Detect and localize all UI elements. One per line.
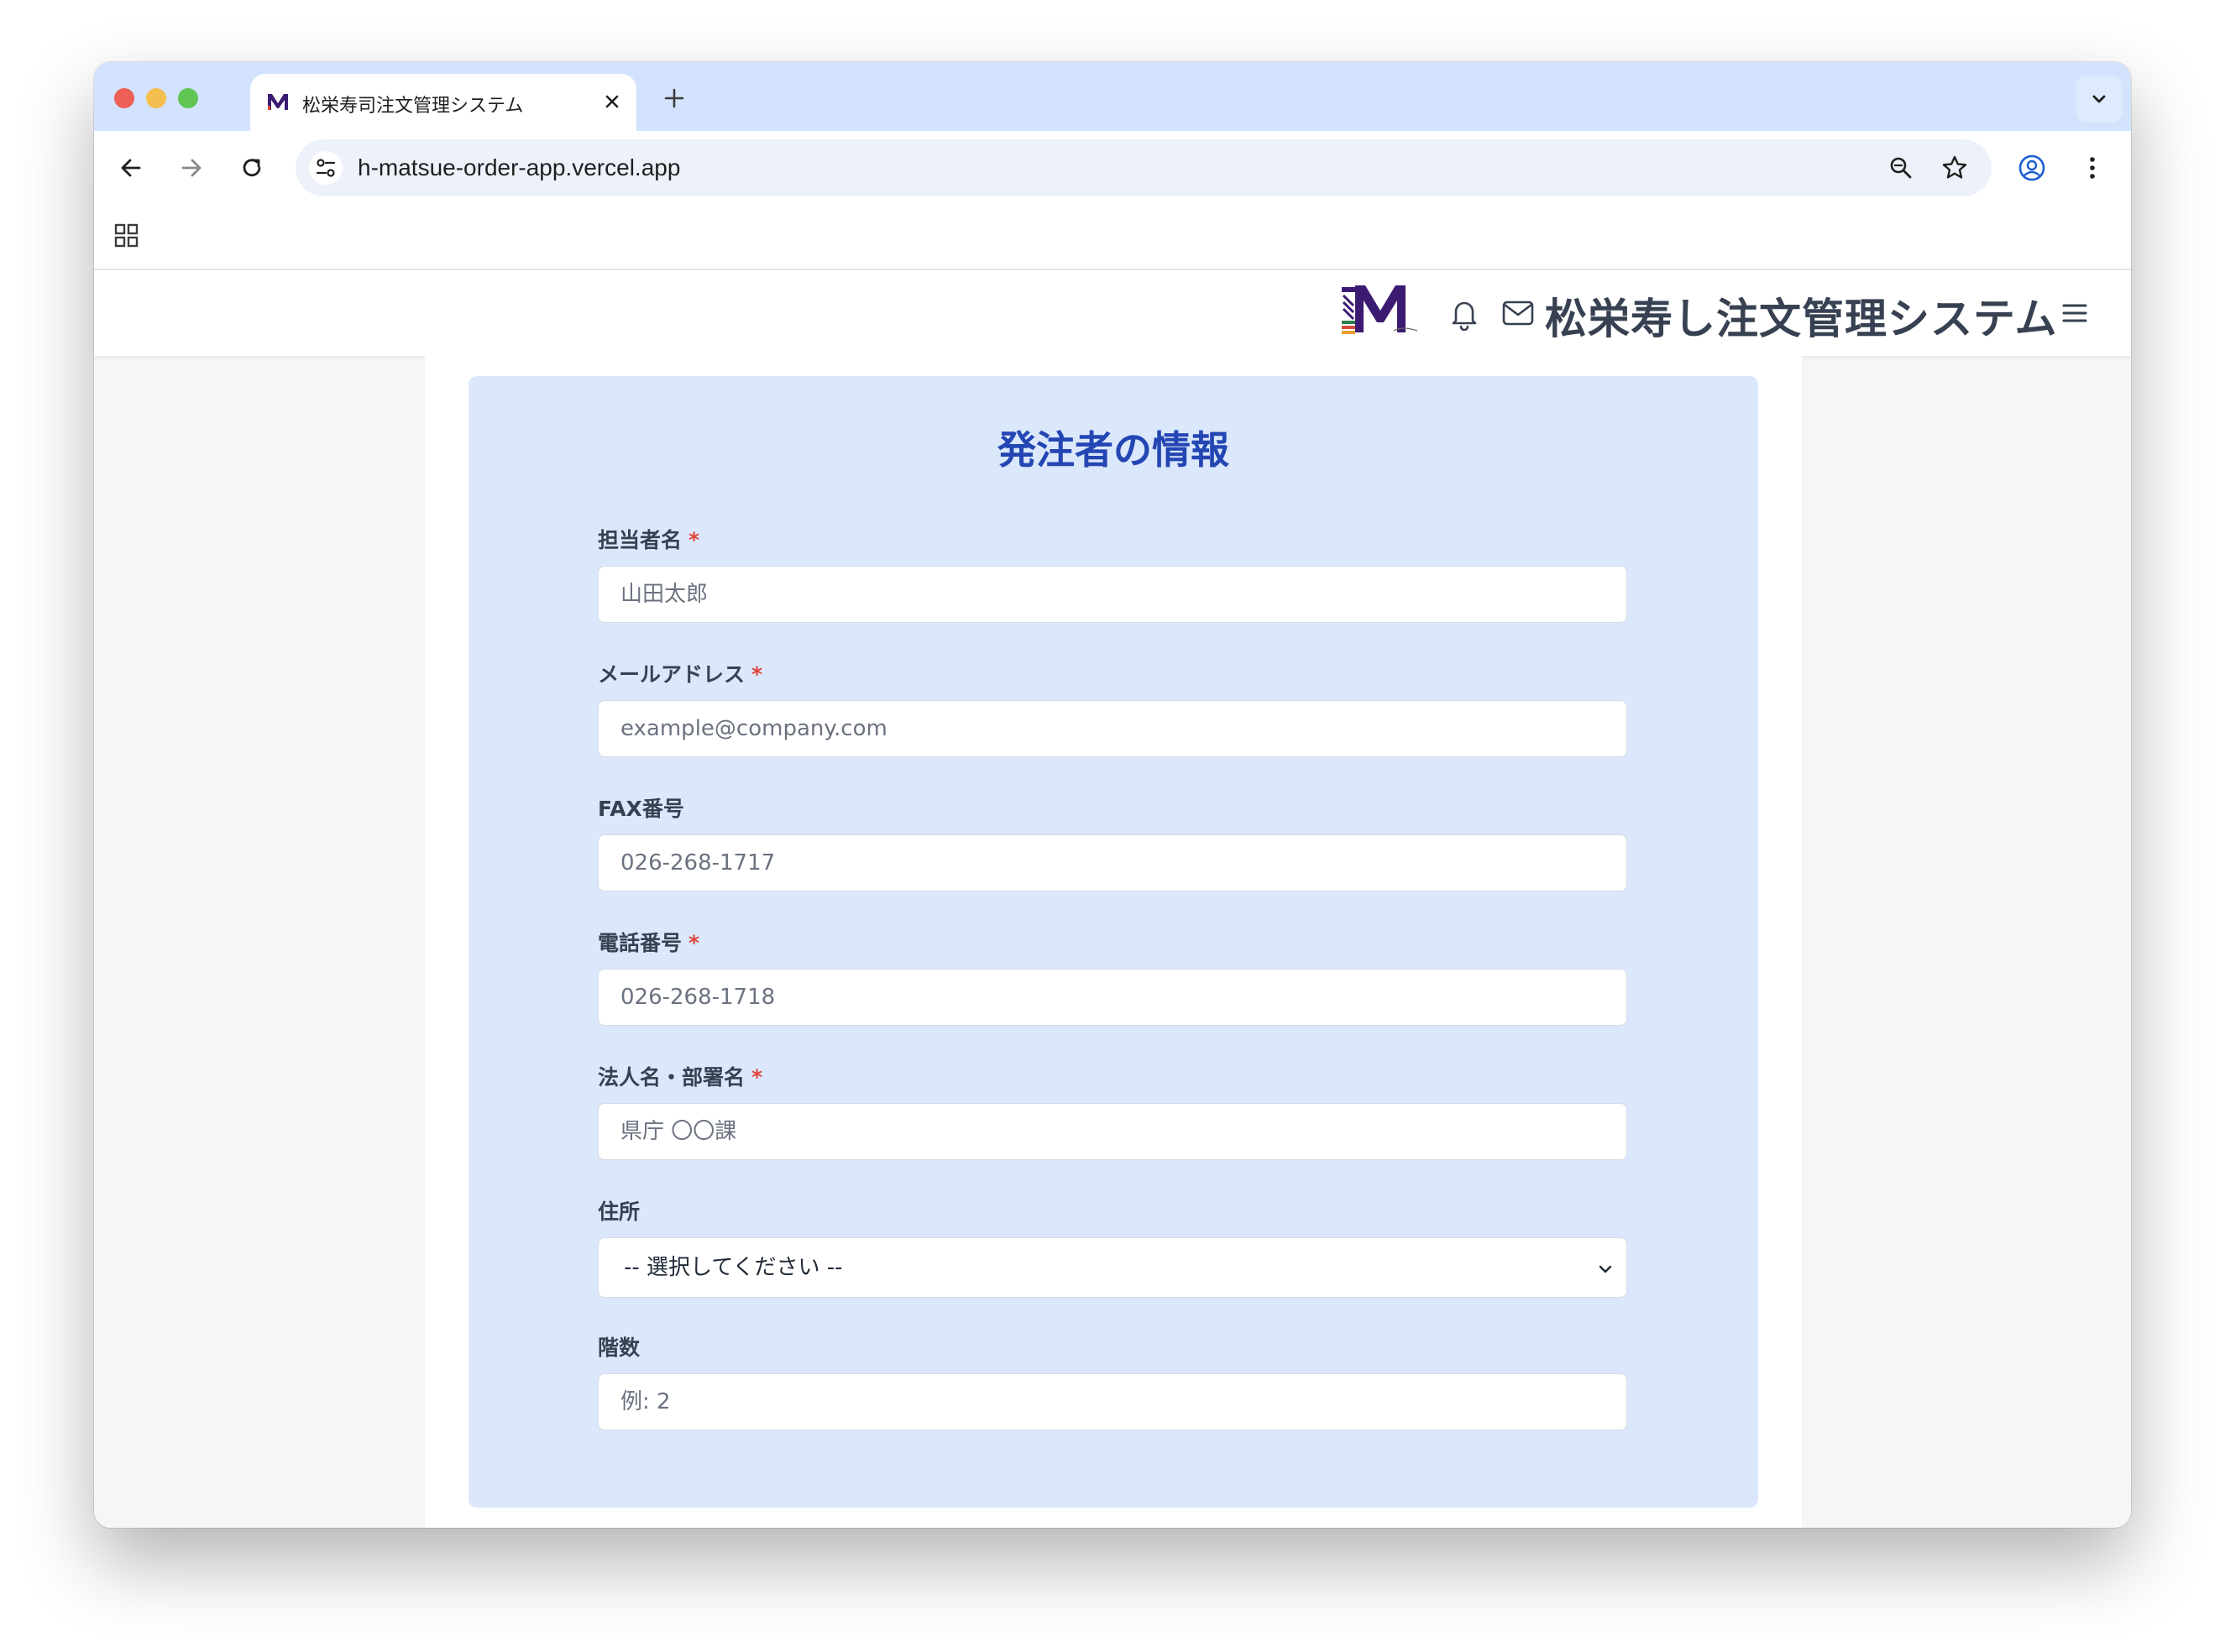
email-input[interactable]: example@company.com [598, 700, 1627, 757]
app-header: 松栄寿し注文管理システム [94, 270, 2131, 356]
orderer-info-card: 発注者の情報 担当者名 * 山田太郎 メールアドレス * example@compa… [469, 376, 1758, 1508]
required-mark: * [688, 528, 700, 552]
contact-name-label: 担当者名 * [598, 528, 700, 552]
new-tab-icon[interactable] [662, 86, 687, 111]
phone-input[interactable]: 026-268-1718 [598, 969, 1627, 1026]
contact-name-placeholder: 山田太郎 [620, 582, 709, 607]
zoom-icon[interactable] [1886, 153, 1916, 183]
url-text[interactable]: h-matsue-order-app.vercel.app [358, 154, 680, 181]
tab-search-button[interactable] [2076, 76, 2123, 123]
address-bar[interactable]: h-matsue-order-app.vercel.app [296, 139, 1992, 196]
web-page: 松栄寿し注文管理システム 発注者の情報 担当者名 * 山田太郎 メールアドレス * … [94, 270, 2131, 1528]
required-mark: * [751, 662, 763, 687]
fax-label: FAX番号 [598, 797, 684, 821]
site-info-button[interactable] [309, 151, 343, 185]
browser-tab-active[interactable]: 松栄寿司注文管理システム [250, 74, 636, 131]
close-tab-icon[interactable] [601, 91, 623, 112]
bookmarks-bar [94, 205, 2131, 270]
company-department-placeholder: 県庁 〇〇課 [620, 1119, 737, 1144]
tab-title: 松栄寿司注文管理システム [302, 96, 524, 117]
contact-name-input[interactable]: 山田太郎 [598, 566, 1627, 623]
bell-icon[interactable] [1448, 295, 1481, 331]
phone-label: 電話番号 * [598, 931, 700, 955]
content-column: 発注者の情報 担当者名 * 山田太郎 メールアドレス * example@compa… [425, 356, 1802, 1528]
company-department-label: 法人名・部署名 * [598, 1065, 763, 1090]
email-placeholder: example@company.com [620, 716, 887, 741]
required-mark: * [688, 931, 700, 955]
site-favicon-icon [268, 94, 288, 110]
more-options-icon[interactable] [2077, 153, 2107, 183]
app-logo[interactable] [1340, 280, 1421, 336]
company-department-input[interactable]: 県庁 〇〇課 [598, 1103, 1627, 1160]
fax-input[interactable]: 026-268-1717 [598, 834, 1627, 891]
forward-arrow-icon[interactable] [176, 153, 207, 183]
address-selected-value: -- 選択してください -- [624, 1255, 843, 1280]
minimize-window-button[interactable] [146, 88, 166, 108]
address-select[interactable]: -- 選択してください -- [598, 1237, 1627, 1298]
close-window-button[interactable] [114, 88, 134, 108]
browser-window: 松栄寿司注文管理システム h-matsue-order-app.vercel.a… [94, 62, 2131, 1528]
back-arrow-icon[interactable] [116, 153, 146, 183]
maximize-window-button[interactable] [178, 88, 198, 108]
floor-placeholder: 例: 2 [620, 1389, 671, 1414]
reload-icon[interactable] [237, 153, 267, 183]
tune-icon [316, 159, 336, 177]
address-label: 住所 [598, 1200, 641, 1224]
mail-icon[interactable] [1501, 299, 1535, 327]
chevron-down-icon [1599, 1265, 1612, 1273]
profile-icon[interactable] [2017, 153, 2047, 183]
phone-placeholder: 026-268-1718 [620, 985, 776, 1010]
tab-strip: 松栄寿司注文管理システム [94, 62, 2131, 131]
section-heading: 発注者の情報 [997, 427, 1229, 473]
hamburger-menu-icon[interactable] [2060, 299, 2089, 327]
email-label: メールアドレス * [598, 662, 763, 687]
required-mark: * [751, 1065, 763, 1090]
apps-grid-icon[interactable] [113, 222, 141, 250]
browser-toolbar: h-matsue-order-app.vercel.app [94, 131, 2131, 205]
floor-label: 階数 [598, 1336, 641, 1360]
fax-placeholder: 026-268-1717 [620, 850, 776, 876]
app-title: 松栄寿し注文管理システム [1545, 295, 2058, 343]
floor-input[interactable]: 例: 2 [598, 1373, 1627, 1430]
chevron-down-icon [2092, 95, 2106, 103]
bookmark-star-icon[interactable] [1940, 153, 1970, 183]
